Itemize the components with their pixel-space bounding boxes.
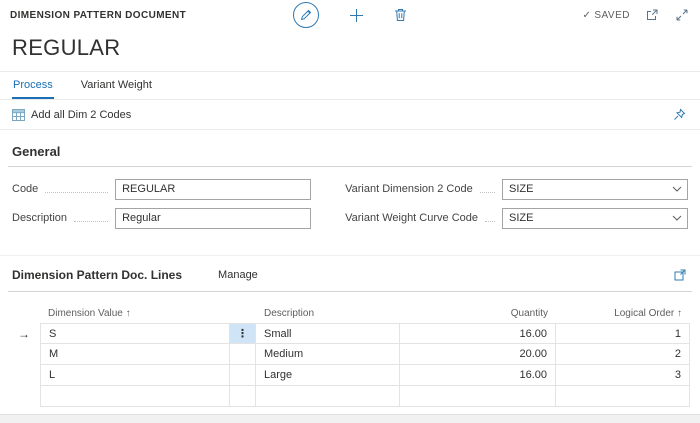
table-row: → S ⋮ Small 16.00 1 — [8, 323, 692, 344]
pencil-icon — [293, 2, 319, 28]
command-bar: DIMENSION PATTERN DOCUMENT ✓ SA — [0, 0, 700, 30]
general-section-title: General — [8, 143, 692, 167]
row-selector-cell[interactable] — [8, 365, 40, 386]
action-bar: Add all Dim 2 Codes — [0, 100, 700, 129]
open-part-button[interactable] — [672, 267, 688, 283]
bottom-bar — [0, 414, 700, 423]
check-icon: ✓ — [582, 10, 591, 21]
variant-weight-curve-code-select[interactable] — [502, 208, 688, 229]
general-fasttab: General Code Variant Dimension 2 Code — [8, 143, 692, 229]
tab-process[interactable]: Process — [12, 72, 54, 99]
field-description: Description — [12, 207, 311, 229]
row-menu-cell[interactable] — [230, 365, 256, 386]
delete-button[interactable] — [392, 6, 409, 24]
pin-button[interactable] — [671, 106, 688, 123]
page: DIMENSION PATTERN DOCUMENT ✓ SA — [0, 0, 700, 423]
window-controls: ✓ SAVED — [582, 7, 690, 23]
focus-mode-button[interactable] — [674, 7, 690, 23]
row-menu-cell[interactable] — [230, 344, 256, 365]
column-header-logical-order[interactable]: Logical Order ↑ — [556, 308, 690, 319]
cell-description[interactable]: Medium — [256, 344, 400, 365]
table-row — [8, 386, 692, 407]
description-input[interactable] — [115, 208, 311, 229]
row-selector-cell[interactable] — [8, 344, 40, 365]
plus-icon — [349, 8, 364, 23]
manage-button[interactable]: Manage — [218, 269, 258, 281]
row-selector-cell[interactable] — [8, 386, 40, 407]
table-body: → S ⋮ Small 16.00 1 M Medium 20.00 2 L L… — [8, 323, 692, 407]
cell-dimension-value[interactable]: S — [40, 323, 230, 344]
cell-quantity[interactable] — [400, 386, 556, 407]
cell-logical-order[interactable]: 2 — [556, 344, 690, 365]
dotted-leader — [480, 192, 495, 193]
cell-quantity[interactable]: 16.00 — [400, 365, 556, 386]
row-selector-cell[interactable]: → — [8, 323, 40, 344]
cell-description[interactable]: Small — [256, 323, 400, 344]
lines-table: Dimension Value ↑ Description Quantity L… — [8, 303, 692, 407]
cell-description[interactable] — [256, 386, 400, 407]
cell-dimension-value[interactable]: L — [40, 365, 230, 386]
cell-logical-order[interactable] — [556, 386, 690, 407]
tab-variant-weight[interactable]: Variant Weight — [80, 72, 153, 99]
page-caption: DIMENSION PATTERN DOCUMENT — [10, 10, 186, 21]
lines-part: Dimension Pattern Doc. Lines Manage Dime… — [0, 255, 700, 407]
variant-dimension-2-code-label: Variant Dimension 2 Code — [345, 183, 473, 195]
field-code: Code — [12, 178, 311, 200]
lines-part-title: Dimension Pattern Doc. Lines — [12, 268, 182, 282]
general-fields: Code Variant Dimension 2 Code Descriptio… — [8, 178, 692, 229]
save-status: ✓ SAVED — [582, 10, 630, 21]
field-variant-dimension-2-code: Variant Dimension 2 Code — [345, 178, 688, 200]
row-menu-cell[interactable]: ⋮ — [230, 323, 256, 344]
page-title: REGULAR — [0, 30, 700, 71]
cell-dimension-value[interactable]: M — [40, 344, 230, 365]
divider — [0, 129, 700, 130]
grid-icon — [12, 109, 25, 121]
trash-icon — [394, 8, 407, 22]
cell-logical-order[interactable]: 1 — [556, 323, 690, 344]
table-row: L Large 16.00 3 — [8, 365, 692, 386]
cell-quantity[interactable]: 16.00 — [400, 323, 556, 344]
edit-button[interactable] — [291, 0, 321, 30]
column-header-description[interactable]: Description — [256, 308, 400, 319]
popout-icon — [674, 269, 686, 281]
menu-bar: Process Variant Weight — [0, 72, 700, 99]
row-menu-cell[interactable] — [230, 386, 256, 407]
cell-description[interactable]: Large — [256, 365, 400, 386]
code-input[interactable] — [115, 179, 311, 200]
code-label: Code — [12, 183, 38, 195]
save-status-label: SAVED — [594, 10, 630, 21]
open-in-new-window-button[interactable] — [644, 7, 660, 23]
pin-icon — [673, 108, 686, 121]
dotted-leader — [485, 221, 495, 222]
add-all-dim2-codes-label: Add all Dim 2 Codes — [31, 109, 131, 121]
variant-weight-curve-code-label: Variant Weight Curve Code — [345, 212, 478, 224]
lines-part-header: Dimension Pattern Doc. Lines Manage — [8, 256, 692, 292]
row-selector-arrow-icon: → — [18, 327, 30, 341]
column-header-dimension-value[interactable]: Dimension Value ↑ — [40, 308, 230, 319]
field-variant-weight-curve-code: Variant Weight Curve Code — [345, 207, 688, 229]
table-row: M Medium 20.00 2 — [8, 344, 692, 365]
dotted-leader — [74, 221, 108, 222]
add-all-dim2-codes-button[interactable]: Add all Dim 2 Codes — [12, 109, 131, 121]
table-header: Dimension Value ↑ Description Quantity L… — [8, 303, 692, 323]
cell-dimension-value[interactable] — [40, 386, 230, 407]
variant-dimension-2-code-select[interactable] — [502, 179, 688, 200]
popout-icon — [646, 9, 658, 21]
description-label: Description — [12, 212, 67, 224]
cell-logical-order[interactable]: 3 — [556, 365, 690, 386]
resize-arrows-icon — [676, 9, 688, 21]
cell-quantity[interactable]: 20.00 — [400, 344, 556, 365]
column-header-quantity[interactable]: Quantity — [400, 308, 556, 319]
new-button[interactable] — [347, 6, 366, 25]
dotted-leader — [45, 192, 108, 193]
